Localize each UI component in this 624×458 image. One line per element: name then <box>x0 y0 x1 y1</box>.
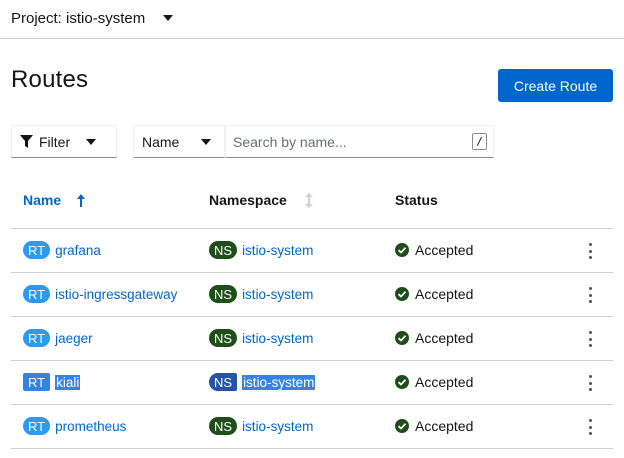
status-text: Accepted <box>415 330 474 346</box>
route-link[interactable]: kiali <box>55 374 81 390</box>
project-selector[interactable]: Project: istio-system <box>11 6 174 30</box>
project-bar: Project: istio-system <box>0 0 624 39</box>
status-text: Accepted <box>415 286 474 302</box>
table-row: RT jaeger NS istio-system Accepted <box>11 316 613 360</box>
column-header-namespace-label: Namespace <box>209 192 287 208</box>
route-badge: RT <box>23 285 51 303</box>
check-circle-icon <box>395 331 409 345</box>
table-bottom-divider <box>11 448 613 449</box>
table-row: RT grafana NS istio-system Accepted <box>11 228 613 272</box>
status-text: Accepted <box>415 374 474 390</box>
column-header-status: Status <box>395 192 438 208</box>
filter-icon <box>20 134 33 148</box>
table-row: RT prometheus NS istio-system Accepted <box>11 404 613 448</box>
chevron-down-icon <box>86 138 97 145</box>
column-header-status-label: Status <box>395 192 438 208</box>
search-type-dropdown[interactable]: Name <box>133 125 225 158</box>
namespace-cell: NS istio-system <box>209 284 313 304</box>
route-name-cell: RT prometheus <box>23 416 126 436</box>
route-badge: RT <box>23 329 51 347</box>
route-link[interactable]: grafana <box>55 243 101 258</box>
table-row: RT kiali NS istio-system Accepted <box>11 360 613 404</box>
namespace-badge: NS <box>209 241 238 259</box>
column-header-name[interactable]: Name <box>23 192 86 208</box>
status-text: Accepted <box>415 418 474 434</box>
route-name-cell: RT kiali <box>23 372 81 392</box>
search-type-label: Name <box>142 133 180 150</box>
kebab-menu-icon[interactable] <box>583 242 597 260</box>
sort-icon <box>304 192 313 208</box>
kebab-menu-icon[interactable] <box>583 418 597 436</box>
column-header-namespace[interactable]: Namespace <box>209 192 313 208</box>
namespace-link[interactable]: istio-system <box>242 331 313 346</box>
route-link[interactable]: prometheus <box>55 419 126 434</box>
namespace-cell: NS istio-system <box>209 416 313 436</box>
column-header-name-label: Name <box>23 192 62 208</box>
namespace-badge: NS <box>209 329 238 347</box>
check-circle-icon <box>395 375 409 389</box>
namespace-badge: NS <box>209 417 238 435</box>
status-cell: Accepted <box>395 284 473 304</box>
namespace-cell: NS istio-system <box>209 372 316 392</box>
status-cell: Accepted <box>395 328 473 348</box>
namespace-link[interactable]: istio-system <box>242 374 316 390</box>
namespace-link[interactable]: istio-system <box>242 419 313 434</box>
status-cell: Accepted <box>395 372 473 392</box>
route-link[interactable]: istio-ingressgateway <box>55 287 177 302</box>
route-name-cell: RT grafana <box>23 240 101 260</box>
route-badge: RT <box>23 417 51 435</box>
status-text: Accepted <box>415 242 474 258</box>
namespace-link[interactable]: istio-system <box>242 287 313 302</box>
check-circle-icon <box>395 287 409 301</box>
filter-dropdown[interactable]: Filter <box>11 125 117 158</box>
keyboard-shortcut-hint: / <box>472 133 487 150</box>
namespace-cell: NS istio-system <box>209 240 313 260</box>
status-cell: Accepted <box>395 240 473 260</box>
chevron-down-icon <box>163 15 174 21</box>
kebab-menu-icon[interactable] <box>583 286 597 304</box>
route-link[interactable]: jaeger <box>55 331 93 346</box>
filter-label: Filter <box>39 133 71 150</box>
chevron-down-icon <box>201 138 212 145</box>
namespace-badge: NS <box>209 285 238 303</box>
table-row: RT istio-ingressgateway NS istio-system … <box>11 272 613 316</box>
search-input[interactable] <box>226 126 466 157</box>
route-badge: RT <box>23 373 51 391</box>
page-title: Routes <box>11 66 89 93</box>
kebab-menu-icon[interactable] <box>583 330 597 348</box>
kebab-menu-icon[interactable] <box>583 374 597 392</box>
project-label: Project: istio-system <box>11 9 146 27</box>
search-box: / <box>225 125 494 158</box>
check-circle-icon <box>395 419 409 433</box>
route-name-cell: RT jaeger <box>23 328 93 348</box>
check-circle-icon <box>395 243 409 257</box>
namespace-badge: NS <box>209 373 238 391</box>
route-badge: RT <box>23 241 51 259</box>
sort-ascending-icon <box>77 193 86 207</box>
namespace-link[interactable]: istio-system <box>242 243 313 258</box>
route-name-cell: RT istio-ingressgateway <box>23 284 177 304</box>
namespace-cell: NS istio-system <box>209 328 313 348</box>
status-cell: Accepted <box>395 416 473 436</box>
create-route-button[interactable]: Create Route <box>498 69 613 102</box>
